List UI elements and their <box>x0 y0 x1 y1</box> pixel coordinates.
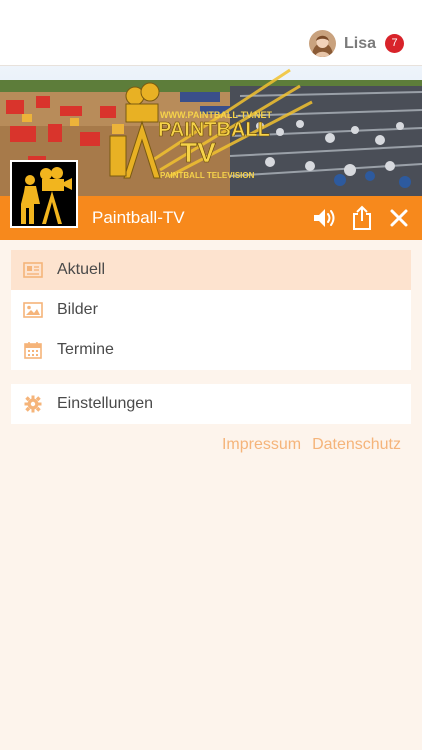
sound-icon[interactable] <box>309 202 341 234</box>
gear-icon <box>23 394 43 414</box>
menu-item-termine[interactable]: Termine <box>11 330 411 370</box>
calendar-icon <box>23 340 43 360</box>
menu-item-label: Aktuell <box>57 261 106 278</box>
footer-links: Impressum Datenschutz <box>211 436 401 454</box>
main-menu: Aktuell Bilder Termine <box>11 250 411 370</box>
user-menu[interactable]: Lisa 7 <box>308 30 404 57</box>
image-icon <box>23 300 43 320</box>
close-icon[interactable] <box>383 202 415 234</box>
banner-subtitle-text: PAINTBALL TELEVISION <box>160 171 255 180</box>
top-bar: Lisa 7 <box>0 0 422 66</box>
banner-tv-text: TV <box>180 137 216 168</box>
menu-item-einstellungen[interactable]: Einstellungen <box>11 384 411 424</box>
datenschutz-link[interactable]: Datenschutz <box>312 436 401 454</box>
avatar[interactable] <box>308 30 336 57</box>
menu-item-aktuell[interactable]: Aktuell <box>11 250 411 290</box>
channel-title: Paintball-TV <box>92 208 185 227</box>
impressum-link[interactable]: Impressum <box>222 436 301 454</box>
share-icon[interactable] <box>346 202 378 234</box>
menu-item-label: Termine <box>57 341 114 358</box>
channel-logo <box>10 160 78 228</box>
settings-menu: Einstellungen <box>11 384 411 424</box>
menu-item-label: Bilder <box>57 301 98 318</box>
menu-item-bilder[interactable]: Bilder <box>11 290 411 330</box>
user-name[interactable]: Lisa <box>344 35 376 53</box>
newspaper-icon <box>23 260 43 280</box>
menu-item-label: Einstellungen <box>57 395 154 412</box>
notification-badge[interactable]: 7 <box>385 34 404 53</box>
